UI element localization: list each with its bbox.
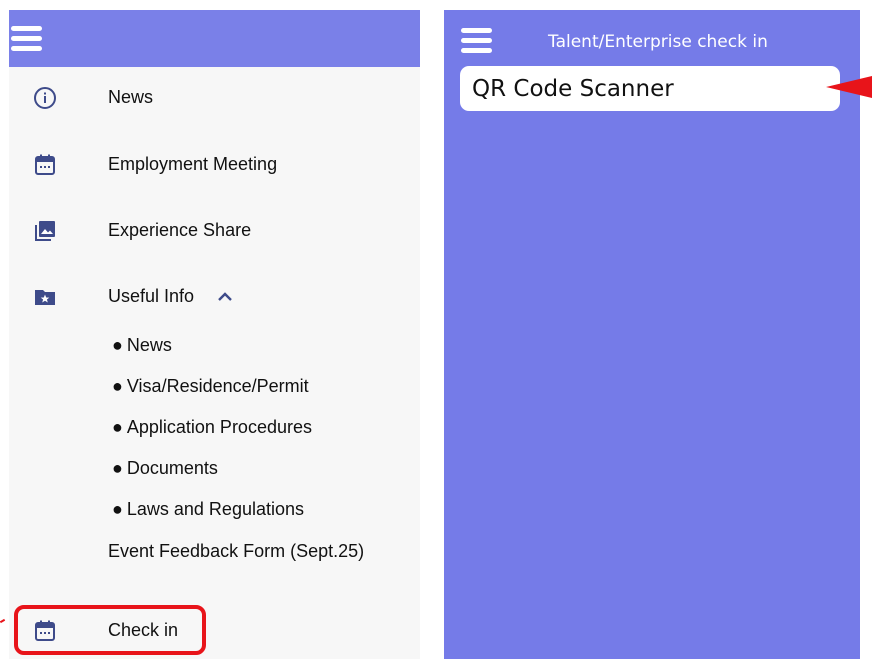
subitem-label: News bbox=[126, 335, 172, 355]
menu-item-useful-info[interactable]: Useful Info bbox=[9, 274, 420, 318]
subitem-laws-and-regulations[interactable]: ● Laws and Regulations bbox=[112, 499, 304, 520]
qr-code-scanner-label: QR Code Scanner bbox=[472, 76, 674, 102]
menu-item-label: Employment Meeting bbox=[108, 154, 278, 174]
annotation-pointer-line bbox=[0, 618, 6, 624]
subitem-label: Laws and Regulations bbox=[126, 499, 304, 519]
subitem-news[interactable]: ● News bbox=[112, 335, 172, 356]
folder-star-icon bbox=[35, 290, 55, 305]
menu-item-experience-share[interactable]: Experience Share bbox=[9, 208, 420, 252]
menu-item-label: Experience Share bbox=[108, 220, 252, 240]
annotation-arrow-icon bbox=[826, 76, 872, 98]
info-icon bbox=[34, 87, 56, 109]
left-app-header bbox=[9, 10, 420, 67]
bullet: ● bbox=[112, 499, 123, 519]
menu-item-label: Useful Info bbox=[108, 286, 195, 306]
bullet: ● bbox=[112, 376, 123, 396]
bullet: ● bbox=[112, 335, 123, 355]
subitem-label: Visa/Residence/Permit bbox=[126, 376, 309, 396]
bullet: ● bbox=[112, 417, 123, 437]
subitem-label: Application Procedures bbox=[126, 417, 312, 437]
calendar-icon bbox=[35, 154, 55, 175]
photo-library-icon bbox=[35, 221, 55, 241]
menu-item-news[interactable]: News bbox=[9, 75, 420, 119]
chevron-up-icon[interactable] bbox=[217, 289, 233, 305]
hamburger-menu-icon[interactable] bbox=[461, 28, 492, 54]
subitem-application-procedures[interactable]: ● Application Procedures bbox=[112, 417, 312, 438]
qr-code-scanner-button[interactable]: QR Code Scanner bbox=[460, 66, 840, 111]
bullet: ● bbox=[112, 458, 123, 478]
subitem-documents[interactable]: ● Documents bbox=[112, 458, 218, 479]
menu-item-employment-meeting[interactable]: Employment Meeting bbox=[9, 142, 420, 186]
check-in-highlight-box bbox=[14, 605, 206, 655]
hamburger-menu-icon[interactable] bbox=[11, 26, 42, 52]
menu-item-label: News bbox=[108, 87, 154, 107]
right-screen: Talent/Enterprise check in QR Code Scann… bbox=[444, 10, 860, 659]
event-feedback-form-link[interactable]: Event Feedback Form (Sept.25) bbox=[108, 541, 364, 562]
subitem-visa-residence-permit[interactable]: ● Visa/Residence/Permit bbox=[112, 376, 309, 397]
left-screen: News Employment Meeting Experience Share… bbox=[9, 10, 420, 659]
subitem-label: Documents bbox=[126, 458, 218, 478]
page-title: Talent/Enterprise check in bbox=[548, 32, 768, 52]
